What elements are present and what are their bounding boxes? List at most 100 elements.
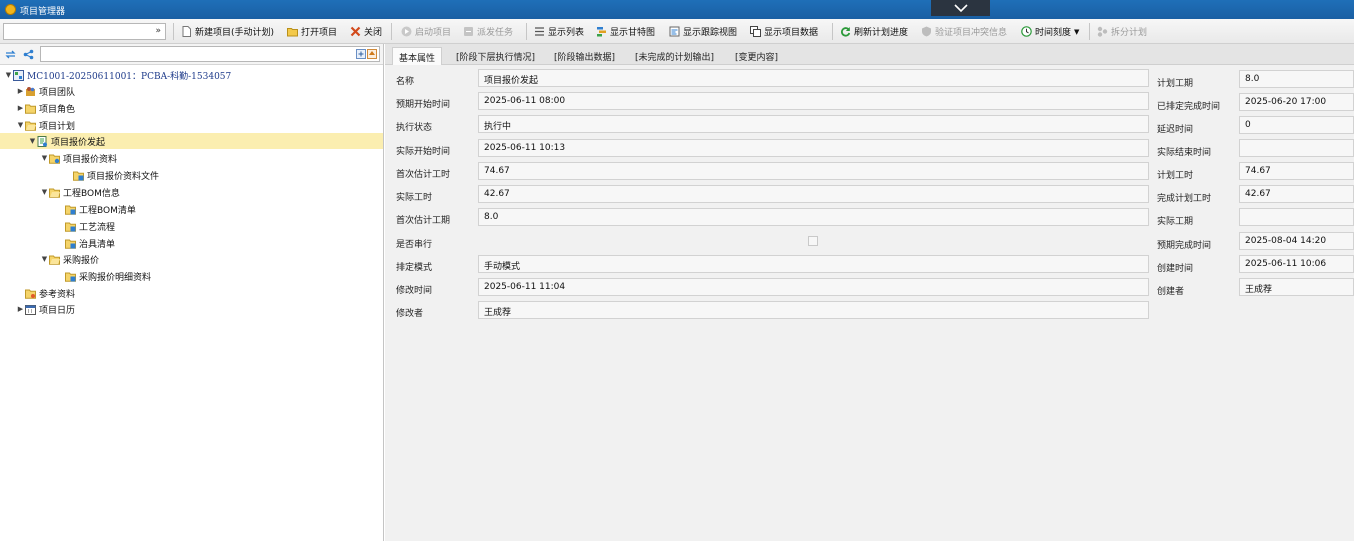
tree-search-input[interactable] [40,46,380,62]
caret-down-icon: ▼ [1074,27,1080,36]
field-value-creator[interactable]: 王成荐 [1239,278,1354,296]
tree-item-process-flow[interactable]: 工艺流程 [56,218,115,234]
folder-open-icon [25,121,36,131]
field-value-name[interactable]: 项目报价发起 [478,69,1149,87]
field-value-expected-finish[interactable]: 2025-08-04 14:20 [1239,232,1354,250]
field-value-created-time[interactable]: 2025-06-11 10:06 [1239,255,1354,273]
folder-icon [25,104,36,114]
field-value-modifier[interactable]: 王成荐 [478,301,1149,319]
collapse-toggle[interactable] [931,0,990,16]
tree-item-team[interactable]: ▶ 项目团队 [16,83,75,99]
tree-item-purchase-quote[interactable]: ▼ 采购报价 [40,251,99,267]
show-list-label: 显示列表 [548,28,585,38]
expander-icon[interactable]: ▼ [16,121,25,129]
field-value-initial-est-duration[interactable]: 8.0 [478,208,1149,226]
tree-item-plan[interactable]: ▼ 项目计划 [16,117,75,133]
collapse-all-icon[interactable] [367,49,377,59]
expander-icon[interactable]: ▶ [16,305,25,313]
split-plan-button[interactable]: 拆分计划 [1097,24,1147,39]
tree-item-label: 项目计划 [39,121,76,132]
field-value-planned-hours[interactable]: 74.67 [1239,162,1354,180]
document-folder-icon [65,205,76,215]
folder-icon [25,289,36,299]
field-label-modified-time: 修改时间 [396,286,433,296]
tree-item-quote-material[interactable]: ▼ 项目报价资料 [40,150,117,166]
field-value-completed-hours[interactable]: 42.67 [1239,185,1354,203]
field-label-initial-est-hours: 首次估计工时 [396,170,451,180]
expander-icon[interactable]: ▼ [4,71,13,79]
sync-icon[interactable] [5,49,16,60]
show-tracking-button[interactable]: 显示跟踪视图 [669,24,737,39]
field-value-delay[interactable]: 0 [1239,116,1354,134]
tree-item-label: 项目报价资料 [63,154,118,165]
field-value-scheduled-finish[interactable]: 2025-06-20 17:00 [1239,93,1354,111]
tab-unfinished-output[interactable]: [未完成的计划输出] [629,47,720,65]
expander-icon[interactable]: ▶ [16,87,25,95]
new-project-button[interactable]: 新建项目(手动计划) [181,24,274,39]
field-value-actual-duration[interactable] [1239,208,1354,226]
tree-item-quote-initiation[interactable]: ▼ 项目报价发起 [0,133,383,149]
time-scale-dropdown[interactable]: 时间刻度 ▼ [1021,24,1079,39]
tab-sub-execution[interactable]: [阶段下层执行情况] [450,47,541,65]
expander-icon[interactable]: ▼ [40,188,49,196]
field-value-initial-est-hours[interactable]: 74.67 [478,162,1149,180]
show-data-button[interactable]: 显示项目数据 [750,24,818,39]
folder-open-icon [49,255,60,265]
field-label-status: 执行状态 [396,123,433,133]
tree-item-label: 工程BOM清单 [79,205,136,216]
tree-item-label: 采购报价 [63,255,100,266]
expander-icon[interactable]: ▼ [28,137,37,145]
field-value-expected-start[interactable]: 2025-06-11 08:00 [478,92,1149,110]
field-value-actual-hours[interactable]: 42.67 [478,185,1149,203]
open-project-button[interactable]: 打开项目 [287,24,337,39]
field-label-creator: 创建者 [1157,287,1185,297]
field-value-schedule-mode[interactable]: 手动模式 [478,255,1149,273]
tab-basic-properties[interactable]: 基本属性 [392,47,443,65]
field-value-modified-time[interactable]: 2025-06-11 11:04 [478,278,1149,296]
tree-item-label: 项目报价发起 [51,137,106,148]
start-project-button[interactable]: 启动项目 [401,24,451,39]
tree-item-label: MC1001-20250611001：PCBA-科勤-1534057 [27,71,232,82]
expand-all-icon[interactable] [356,49,366,59]
tree-item-label: 治具清单 [79,239,116,250]
refresh-progress-button[interactable]: 刷新计划进度 [840,24,908,39]
serial-checkbox[interactable] [808,236,818,246]
expander-icon[interactable]: ▼ [40,154,49,162]
close-button[interactable]: 关闭 [350,24,382,39]
hierarchy-icon[interactable] [23,49,34,60]
show-gantt-button[interactable]: 显示甘特图 [596,24,655,39]
tree-item-ebom-info[interactable]: ▼ 工程BOM信息 [40,184,120,200]
team-icon [26,86,35,96]
field-label-planned-hours: 计划工时 [1157,171,1194,181]
clock-icon [1021,26,1032,37]
expander-icon[interactable]: ▶ [16,104,25,112]
tracking-view-icon [669,26,680,37]
field-label-expected-start: 预期开始时间 [396,100,451,110]
tree-item-ebom-list[interactable]: 工程BOM清单 [56,201,136,217]
tree-item-project-root[interactable]: ▼ MC1001-20250611001：PCBA-科勤-1534057 [4,67,231,83]
expander-icon[interactable]: ▼ [40,255,49,263]
dispatch-icon [464,27,473,36]
tree-item-reference[interactable]: 参考资料 [16,285,75,301]
field-value-status[interactable]: 执行中 [478,115,1149,133]
tree-item-fixture-list[interactable]: 治具清单 [56,235,115,251]
field-value-actual-finish[interactable] [1239,139,1354,157]
dispatch-task-button[interactable]: 派发任务 [463,24,513,39]
field-label-actual-start: 实际开始时间 [396,147,451,157]
tree-item-calendar[interactable]: ▶ 项目日历 [16,301,75,317]
field-label-name: 名称 [396,77,415,87]
tab-stage-output[interactable]: [阶段输出数据] [548,47,621,65]
folder-open-icon [287,28,298,37]
field-value-actual-start[interactable]: 2025-06-11 10:13 [478,139,1149,157]
document-folder-icon [73,171,84,181]
tree-item-purchase-quote-detail[interactable]: 采购报价明细资料 [56,268,151,284]
verify-conflict-button[interactable]: 验证项目冲突信息 [921,24,1007,39]
field-value-planned-duration[interactable]: 8.0 [1239,70,1354,88]
tab-change-content[interactable]: [变更内容] [729,47,784,65]
project-select[interactable]: » [3,23,166,40]
detail-tabs: 基本属性 [阶段下层执行情况] [阶段输出数据] [未完成的计划输出] [变更内… [385,44,1354,65]
field-label-completed-hours: 完成计划工时 [1157,194,1212,204]
tree-item-roles[interactable]: ▶ 项目角色 [16,100,75,116]
show-list-button[interactable]: 显示列表 [534,24,584,39]
tree-item-quote-material-file[interactable]: 项目报价资料文件 [64,167,159,183]
